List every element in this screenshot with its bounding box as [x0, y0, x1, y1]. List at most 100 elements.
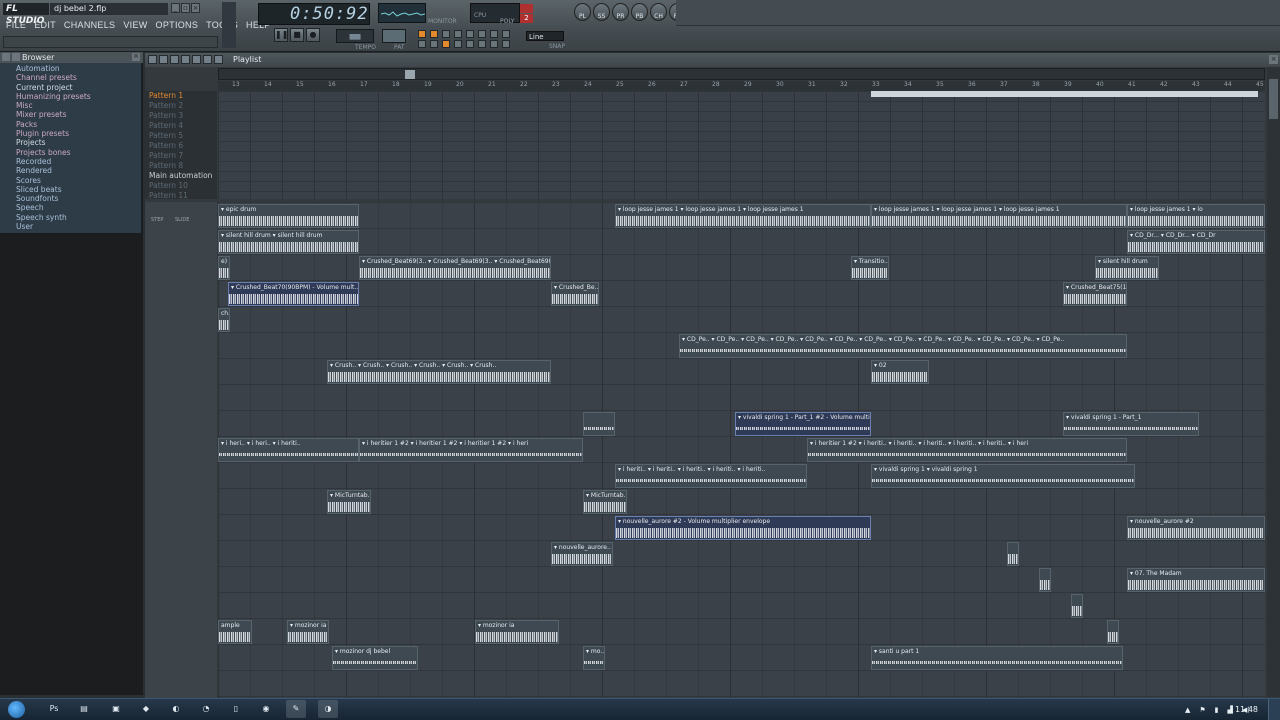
browser-item[interactable]: Channel presets: [0, 73, 141, 82]
signal-icon[interactable]: ▟: [1227, 706, 1232, 714]
undo-icon[interactable]: [478, 40, 486, 48]
playlist-clip[interactable]: ▾ CD_Dr... ▾ CD_Dr... ▾ CD_Dr: [1127, 230, 1265, 254]
show-desktop-button[interactable]: [1268, 699, 1280, 720]
playlist-clip[interactable]: ▾ mozinor ia: [475, 620, 559, 644]
playlist-clip[interactable]: [1107, 620, 1119, 644]
playlist-clip[interactable]: ▾ Crushed_Beat75(1..: [1063, 282, 1127, 306]
edit-icon[interactable]: [502, 40, 510, 48]
browser-item[interactable]: Current project: [0, 83, 141, 92]
fl-studio-icon[interactable]: ◑: [318, 700, 338, 718]
maximize-icon[interactable]: ▫: [181, 3, 190, 13]
draw-tool-icon[interactable]: [159, 55, 168, 64]
stop-icon[interactable]: ■: [290, 28, 304, 42]
playlist-clip[interactable]: ▾ Crushed_Be..: [551, 282, 599, 306]
countdown-icon[interactable]: [442, 30, 450, 38]
pattern-item[interactable]: Pattern 7: [145, 151, 217, 161]
media-icon[interactable]: ▣: [106, 700, 126, 718]
multilink-icon[interactable]: [466, 40, 474, 48]
folder-icon[interactable]: ▤: [74, 700, 94, 718]
blend-icon[interactable]: [454, 40, 462, 48]
pause-icon[interactable]: ❚❚: [274, 28, 288, 42]
playlist-clip[interactable]: [583, 412, 615, 436]
playlist-clip[interactable]: e): [218, 256, 230, 280]
playlist-clip[interactable]: ▾ Transitio..: [851, 256, 889, 280]
playlist-clip[interactable]: ▾ epic drum: [218, 204, 359, 228]
step-sequencer-icon[interactable]: SS: [593, 3, 610, 21]
link-icon[interactable]: [490, 40, 498, 48]
step-edit-icon[interactable]: [454, 30, 462, 38]
playlist-clip[interactable]: ▾ loop jesse james 1 ▾ loop jesse james …: [615, 204, 871, 228]
record-icon[interactable]: ●: [306, 28, 320, 42]
playlist-clip[interactable]: ▾ MicTurntab..: [583, 490, 627, 514]
playlist-clip[interactable]: ▾ santi u part 1: [871, 646, 1123, 670]
snap-select[interactable]: Line: [526, 31, 564, 41]
playlist-clip[interactable]: ch..: [218, 308, 230, 332]
playlist-clip[interactable]: ▾ Crushed_Beat70(90BPM) - Volume mult.. …: [228, 282, 359, 306]
document-icon[interactable]: ▯: [226, 700, 246, 718]
pattern-item[interactable]: Pattern 8: [145, 161, 217, 171]
track-grid[interactable]: ▾ epic drum ▾ loop jesse james 1 ▾ loop j…: [218, 202, 1265, 698]
pattern-item[interactable]: Main automation: [145, 171, 217, 181]
playlist-clip[interactable]: [1039, 568, 1051, 592]
photoshop-icon[interactable]: Ps: [44, 700, 64, 718]
playlist-close-icon[interactable]: ×: [1269, 55, 1278, 64]
playlist-clip[interactable]: ▾ nouvelle_aurore #2: [1127, 516, 1265, 540]
playlist-clip[interactable]: ▾ mozinor ia: [287, 620, 329, 644]
pattern-item[interactable]: Pattern 1: [145, 91, 217, 101]
playlist-clip[interactable]: ▾ vivaldi spring 1 - Part_1 #2 - Volume …: [735, 412, 871, 436]
wait-icon[interactable]: [430, 40, 438, 48]
paint-tool-icon[interactable]: [170, 55, 179, 64]
browser-item[interactable]: Scores: [0, 176, 141, 185]
playlist-clip[interactable]: ▾ vivaldi spring 1 ▾ vivaldi spring 1: [871, 464, 1135, 488]
browser-item[interactable]: User: [0, 222, 141, 231]
playlist-menu-icon[interactable]: [148, 55, 157, 64]
vertical-scrollbar[interactable]: [1267, 67, 1280, 697]
browser-item[interactable]: Speech: [0, 203, 141, 212]
browser-menu-icon[interactable]: [2, 53, 10, 61]
playlist-clip[interactable]: ▾ Crushed_Beat69(3.. ▾ Crushed_Beat69(3.…: [359, 256, 551, 280]
pattern-item[interactable]: Pattern 4: [145, 121, 217, 131]
browser-item[interactable]: Rendered: [0, 166, 141, 175]
menu-edit[interactable]: EDIT: [31, 19, 59, 33]
minimize-icon[interactable]: _: [171, 3, 180, 13]
mute-tool-icon[interactable]: [192, 55, 201, 64]
fl-tools-icon[interactable]: ✎: [286, 700, 306, 718]
channel-window-icon[interactable]: CH: [650, 3, 667, 21]
playlist-clip[interactable]: ▾ i heriti.. ▾ i heriti.. ▾ i heriti.. ▾…: [615, 464, 807, 488]
menu-file[interactable]: FILE: [3, 19, 29, 33]
loop-record-icon[interactable]: [442, 40, 450, 48]
playlist-clip[interactable]: ▾ vivaldi spring 1 - Part_1: [1063, 412, 1199, 436]
pattern-selector[interactable]: [382, 29, 406, 43]
pattern-item[interactable]: Pattern 2: [145, 101, 217, 111]
tray-arrow-icon[interactable]: ▲: [1185, 706, 1190, 714]
flag-icon[interactable]: ⚑: [1199, 706, 1205, 714]
playlist-clip[interactable]: [1071, 594, 1083, 618]
browser-item[interactable]: Packs: [0, 120, 141, 129]
playlist-window-icon[interactable]: PL: [574, 3, 591, 21]
playlist-clip[interactable]: ▾ silent hill drum ▾ silent hill drum: [218, 230, 359, 254]
typing-keyboard-icon[interactable]: [466, 30, 474, 38]
render-icon[interactable]: [490, 30, 498, 38]
pattern-item[interactable]: Pattern 5: [145, 131, 217, 141]
playlist-clip[interactable]: ▾ nouvelle_aurore #2 - Volume multiplier…: [615, 516, 871, 540]
browser-item[interactable]: Soundfonts: [0, 194, 141, 203]
browser-item[interactable]: Recorded: [0, 157, 141, 166]
vertical-scroll-thumb[interactable]: [1269, 79, 1278, 119]
browser-window-icon[interactable]: PB: [631, 3, 648, 21]
pattern-item[interactable]: Pattern 3: [145, 111, 217, 121]
playlist-clip[interactable]: ▾ CD_Pe.. ▾ CD_Pe.. ▾ CD_Pe.. ▾ CD_Pe.. …: [679, 334, 1127, 358]
browser-item[interactable]: Plugin presets: [0, 129, 141, 138]
record-mode-icon[interactable]: [478, 30, 486, 38]
playlist-clip[interactable]: ▾ MicTurntab..: [327, 490, 371, 514]
master-volume-slider[interactable]: [222, 2, 236, 48]
pattern-grid[interactable]: [218, 91, 1265, 199]
pattern-item[interactable]: Pattern 11: [145, 191, 217, 201]
playlist-clip[interactable]: ▾ nouvelle_aurore..: [551, 542, 613, 566]
loop-region[interactable]: [871, 91, 1258, 97]
pattern-mode-icon[interactable]: [418, 30, 426, 38]
playlist-clip[interactable]: ▾ mo..: [583, 646, 605, 670]
clock-app-icon[interactable]: ◔: [196, 700, 216, 718]
metronome-icon[interactable]: [430, 30, 438, 38]
firefox-icon[interactable]: ◉: [256, 700, 276, 718]
close-icon[interactable]: ×: [191, 3, 200, 13]
